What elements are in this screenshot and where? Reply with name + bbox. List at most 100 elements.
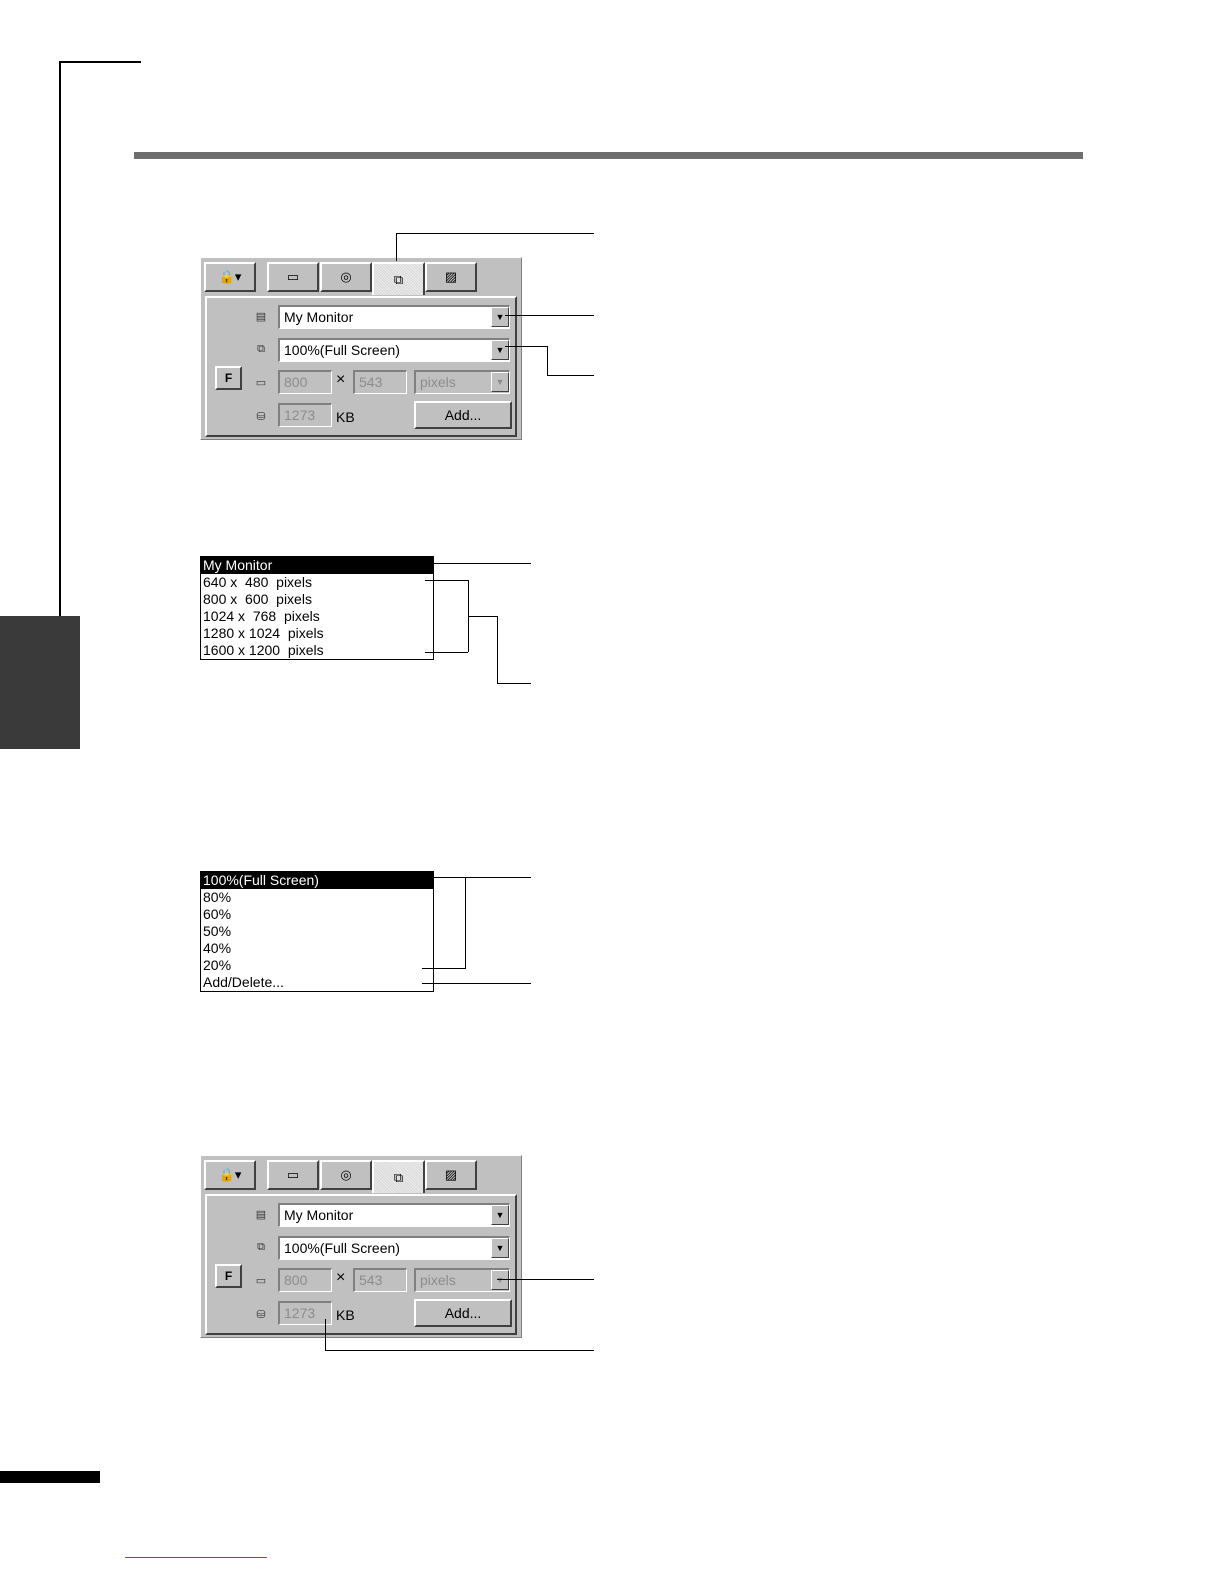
width-value: 800 [284, 374, 308, 390]
target-icon: ▤ [255, 310, 267, 323]
image-type-tab[interactable]: ▭ [267, 262, 319, 292]
picture-icon: ▨ [444, 269, 458, 284]
file-size-field: 1273 [278, 403, 332, 427]
width-field[interactable]: 800 [278, 1268, 332, 1292]
times-sign: × [336, 371, 346, 388]
unit-select[interactable]: pixels ▼ [414, 1268, 510, 1292]
size-icon: ▭ [255, 376, 267, 389]
file-size-value: 1273 [284, 407, 316, 423]
leader-line [396, 233, 594, 234]
color-icon: ◎ [340, 1167, 352, 1182]
size-icon: ⧉ [393, 271, 404, 287]
output-size-tab[interactable]: ⧉ [372, 262, 425, 295]
leader-line [425, 652, 468, 653]
chevron-down-icon[interactable]: ▼ [491, 1238, 509, 1258]
leader-line [465, 877, 466, 969]
filter-button-label: F [224, 1269, 233, 1283]
color-tab[interactable]: ◎ [320, 262, 372, 292]
chevron-down-icon[interactable]: ▼ [491, 372, 509, 392]
target-icon: ▤ [255, 1208, 267, 1221]
unit-select-value: pixels [420, 374, 456, 390]
lock-icon: 🔒▾ [218, 269, 242, 284]
chapter-side-tab [0, 616, 80, 749]
footer-link-underline [125, 1557, 267, 1558]
unit-select-value: pixels [420, 1272, 456, 1288]
add-button-label: Add... [444, 1305, 482, 1321]
leader-line [547, 346, 548, 375]
list-item[interactable]: 80% [201, 889, 433, 906]
width-field[interactable]: 800 [278, 370, 332, 394]
height-value: 543 [359, 374, 383, 390]
leader-line [497, 1279, 594, 1280]
target-select[interactable]: My Monitor ▼ [278, 1203, 510, 1227]
list-item[interactable]: Add/Delete... [201, 974, 433, 991]
disk-icon: ⛁ [256, 410, 266, 423]
scale-dropdown-list: 100%(Full Screen) 80% 60% 50% 40% 20% Ad… [200, 871, 434, 992]
leader-line [505, 315, 594, 316]
crop-mark-horizontal [59, 61, 141, 63]
height-value: 543 [359, 1272, 383, 1288]
chevron-down-icon[interactable]: ▼ [491, 340, 509, 360]
leader-line [425, 563, 531, 564]
list-item[interactable]: 1024 x 768 pixels [201, 608, 433, 625]
settings-panel-bottom: 🔒▾ ▭ ◎ ⧉ ▨ ▤ My Monitor ▼ ⧉ 100%(Full Sc… [200, 1155, 522, 1338]
picture-icon: ▨ [444, 1167, 458, 1182]
crop-mark-vertical [59, 61, 61, 699]
target-select[interactable]: My Monitor ▼ [278, 305, 510, 329]
list-item[interactable]: 50% [201, 923, 433, 940]
scale-select-value: 100%(Full Screen) [284, 342, 400, 358]
list-item[interactable]: 800 x 600 pixels [201, 591, 433, 608]
list-item[interactable]: 60% [201, 906, 433, 923]
filter-button[interactable]: F [215, 1264, 242, 1288]
leader-line [547, 375, 594, 376]
scale-icon: ⧉ [257, 342, 265, 355]
leader-line [468, 616, 498, 617]
list-item[interactable]: 20% [201, 957, 433, 974]
list-item[interactable]: 1280 x 1024 pixels [201, 625, 433, 642]
image-type-tab[interactable]: ▭ [267, 1160, 319, 1190]
file-size-unit: KB [336, 409, 355, 425]
user-setting-tab[interactable]: 🔒▾ [204, 1160, 256, 1190]
disk-icon: ⛁ [256, 1308, 266, 1321]
add-button-label: Add... [444, 407, 482, 423]
file-size-unit: KB [336, 1307, 355, 1323]
scale-select[interactable]: 100%(Full Screen) ▼ [278, 338, 510, 362]
image-icon: ▭ [286, 269, 300, 284]
leader-line [497, 683, 531, 684]
height-field[interactable]: 543 [353, 1268, 407, 1292]
size-icon: ▭ [255, 1274, 267, 1287]
lock-icon: 🔒▾ [218, 1167, 242, 1182]
scale-select-value: 100%(Full Screen) [284, 1240, 400, 1256]
leader-line [422, 983, 531, 984]
picture-tab[interactable]: ▨ [425, 1160, 477, 1190]
list-item[interactable]: My Monitor [201, 557, 433, 574]
footer-bar [0, 1471, 100, 1483]
output-size-tab[interactable]: ⧉ [372, 1160, 425, 1193]
chevron-down-icon[interactable]: ▼ [491, 1270, 509, 1290]
file-size-field: 1273 [278, 1301, 332, 1325]
list-item[interactable]: 1600 x 1200 pixels [201, 642, 433, 659]
add-button[interactable]: Add... [414, 401, 512, 429]
unit-select[interactable]: pixels ▼ [414, 370, 510, 394]
height-field[interactable]: 543 [353, 370, 407, 394]
list-item[interactable]: 40% [201, 940, 433, 957]
chevron-down-icon[interactable]: ▼ [491, 1205, 509, 1225]
leader-line [505, 346, 548, 347]
times-sign: × [336, 1269, 346, 1286]
filter-button[interactable]: F [215, 366, 242, 390]
width-value: 800 [284, 1272, 308, 1288]
user-setting-tab[interactable]: 🔒▾ [204, 262, 256, 292]
list-item[interactable]: 640 x 480 pixels [201, 574, 433, 591]
leader-line [497, 616, 498, 684]
add-button[interactable]: Add... [414, 1299, 512, 1327]
list-item[interactable]: 100%(Full Screen) [201, 872, 433, 889]
leader-line [396, 233, 397, 261]
scale-icon: ⧉ [257, 1240, 265, 1253]
chevron-down-icon[interactable]: ▼ [491, 307, 509, 327]
image-icon: ▭ [286, 1167, 300, 1182]
scale-select[interactable]: 100%(Full Screen) ▼ [278, 1236, 510, 1260]
color-icon: ◎ [340, 269, 352, 284]
picture-tab[interactable]: ▨ [425, 262, 477, 292]
leader-line [432, 877, 531, 878]
color-tab[interactable]: ◎ [320, 1160, 372, 1190]
